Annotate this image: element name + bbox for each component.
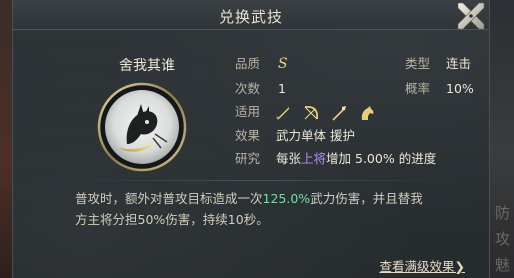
- research-label: 研究: [235, 151, 261, 166]
- skill-emblem-icon: [97, 82, 187, 172]
- type-value: 连击: [446, 56, 472, 71]
- quality-label: 品质: [235, 56, 261, 71]
- description-part1: 普攻时，额外对普攻目标造成一次: [75, 191, 263, 206]
- view-max-level-effect-link[interactable]: 查看满级效果❯: [380, 256, 465, 275]
- research-suffix: 增加 5.00% 的进度: [326, 151, 437, 166]
- count-value: 1: [278, 81, 286, 96]
- description-highlight: 125.0%: [262, 191, 311, 206]
- research-card: 上将: [301, 151, 327, 166]
- rate-label: 概率: [405, 81, 431, 96]
- skill-exchange-dialog: 兑换武技 舍我其谁 品质 S 类型 连击 次数 1 概率 10% 适用 效果 武…: [12, 0, 490, 278]
- applicable-weapons: [274, 104, 382, 121]
- sword-icon: [276, 106, 289, 120]
- crossed-swords-close-icon: [457, 2, 485, 30]
- background-text: 攻: [494, 230, 510, 248]
- background-text: 防: [494, 204, 510, 222]
- dialog-title: 兑换武技: [218, 8, 283, 26]
- research-prefix: 每张: [276, 151, 302, 166]
- skill-description: 普攻时，额外对普攻目标造成一次125.0%武力伤害，并且替我方主将分担50%伤害…: [75, 188, 435, 230]
- background-text: 魅: [494, 256, 510, 274]
- title-bar: 兑换武技: [13, 0, 489, 30]
- effect-value: 武力单体 援护: [276, 128, 355, 143]
- type-label: 类型: [405, 56, 431, 71]
- rate-value: 10%: [446, 81, 474, 96]
- skill-portrait: [97, 82, 187, 172]
- close-button[interactable]: [451, 0, 489, 34]
- horse-icon: [361, 105, 374, 120]
- applicable-label: 适用: [235, 104, 261, 119]
- quality-value: S: [278, 56, 288, 72]
- effect-label: 效果: [235, 128, 261, 143]
- divider: [67, 180, 447, 181]
- spear-icon: [332, 105, 346, 121]
- skill-name: 舍我其谁: [119, 58, 175, 74]
- count-label: 次数: [235, 81, 261, 96]
- bow-icon: [304, 105, 319, 119]
